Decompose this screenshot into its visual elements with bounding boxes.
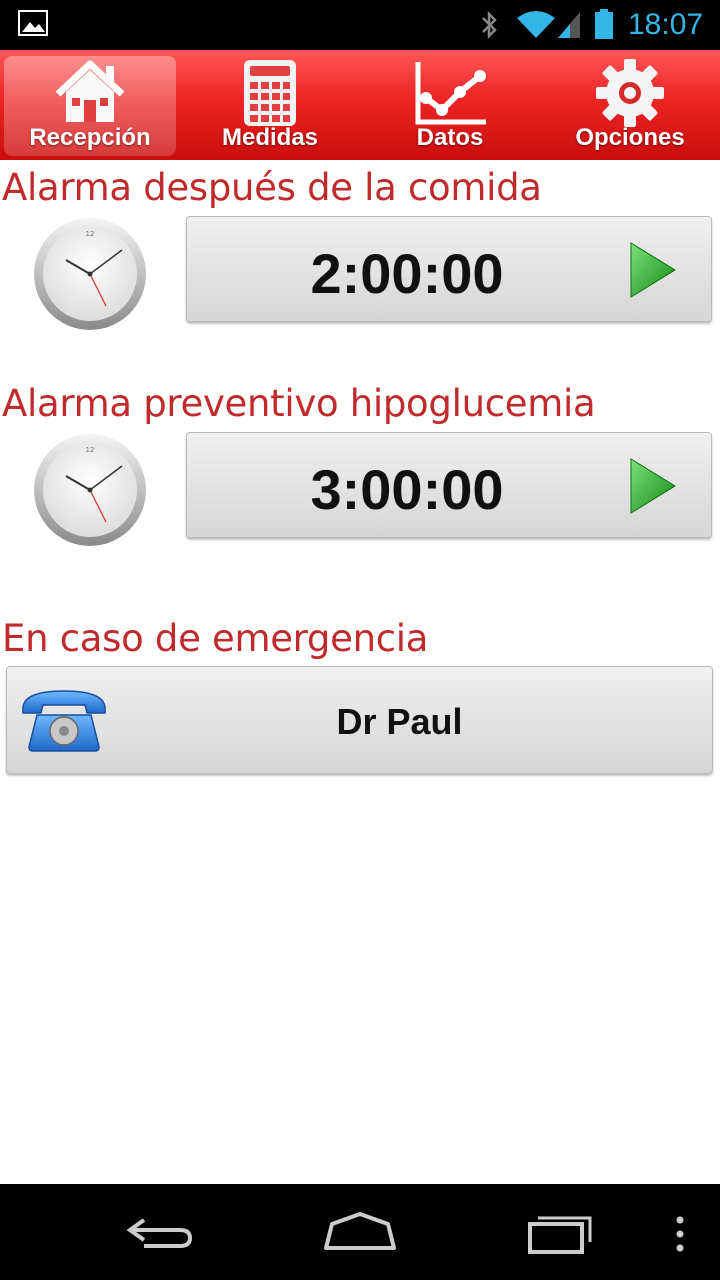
svg-text:12: 12 (86, 230, 95, 238)
timer-value: 2:00:00 (310, 242, 504, 305)
timer-button-after-meal[interactable]: 2:00:00 (186, 216, 712, 322)
home-icon[interactable] (320, 1202, 400, 1262)
status-bar: 18:07 (0, 0, 720, 50)
battery-icon (595, 9, 613, 39)
clock-icon: 12 (34, 218, 146, 330)
timer-value: 3:00:00 (310, 458, 504, 521)
tab-datos[interactable]: Datos (360, 50, 540, 160)
bluetooth-icon (482, 10, 497, 40)
gear-icon (596, 59, 664, 127)
contact-name: Dr Paul (336, 701, 463, 742)
section-title-emergency: En caso de emergencia (2, 617, 429, 660)
clock-icon: 12 (34, 434, 146, 546)
tab-label: Datos (416, 124, 484, 151)
status-clock: 18:07 (628, 8, 704, 41)
gallery-icon (18, 10, 48, 36)
recent-apps-icon[interactable] (524, 1202, 600, 1262)
section-title-alarm-hypoglycemia: Alarma preventivo hipoglucemia (2, 382, 596, 425)
calculator-icon (244, 60, 296, 126)
chart-icon (415, 62, 486, 125)
menu-icon[interactable] (670, 1202, 690, 1262)
tab-label: Recepción (29, 124, 151, 151)
tab-medidas[interactable]: Medidas (180, 50, 360, 160)
svg-text:12: 12 (86, 446, 95, 454)
signal-icon (558, 12, 580, 38)
navigation-bar (0, 1184, 720, 1280)
play-icon (630, 458, 676, 514)
tab-label: Opciones (575, 124, 685, 151)
tab-recepcion[interactable]: Recepción (0, 50, 180, 160)
emergency-call-button[interactable]: Dr Paul (6, 666, 713, 774)
home-icon (55, 60, 125, 122)
timer-button-hypoglycemia[interactable]: 3:00:00 (186, 432, 712, 538)
tab-bar: Recepción Medidas Datos Opciones (0, 50, 720, 160)
play-icon (630, 242, 676, 298)
wifi-icon (517, 11, 555, 38)
tab-label: Medidas (221, 124, 319, 151)
section-title-alarm-after-meal: Alarma después de la comida (2, 166, 542, 209)
tab-opciones[interactable]: Opciones (540, 50, 720, 160)
back-icon[interactable] (124, 1202, 196, 1262)
